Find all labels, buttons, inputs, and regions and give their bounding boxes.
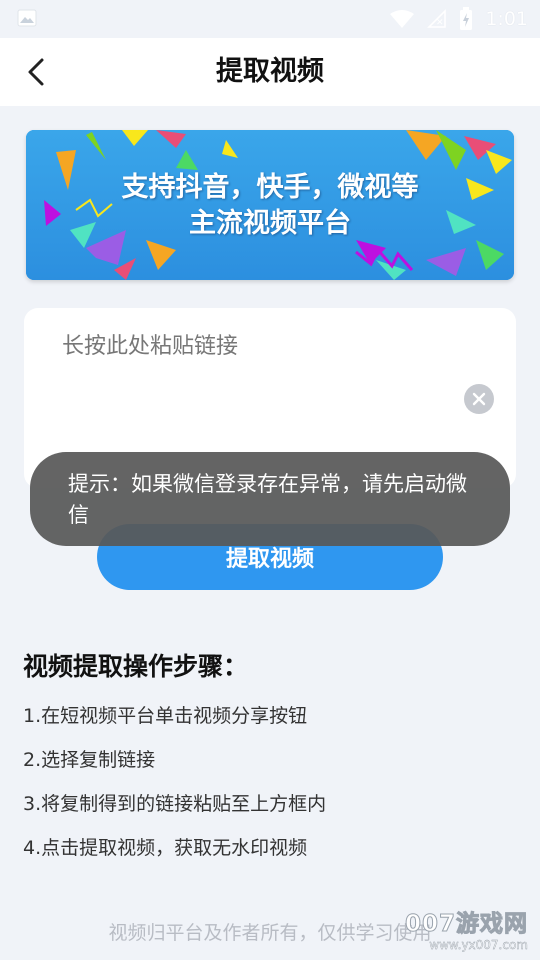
banner-line-2: 主流视频平台: [189, 208, 351, 239]
steps-title: 视频提取操作步骤：: [23, 652, 249, 681]
app-header: 提取视频: [0, 38, 540, 106]
watermark-url: www.yx007.com: [429, 938, 528, 952]
watermark-brand: 007游戏网: [404, 911, 528, 938]
status-icons: ✕ 1:01: [389, 6, 528, 32]
image-icon: [17, 9, 37, 27]
platform-banner: 支持抖音，快手，微视等 主流视频平台: [26, 130, 514, 280]
toast-message: 提示：如果微信登录存在异常，请先启动微信: [30, 452, 510, 546]
page-title: 提取视频: [216, 56, 324, 87]
step-item: 4.点击提取视频，获取无水印视频: [23, 837, 308, 859]
site-watermark: 007游戏网 www.yx007.com: [404, 904, 528, 953]
wifi-icon: [390, 10, 415, 28]
clear-circle-icon: [472, 392, 486, 406]
clear-input-button[interactable]: [464, 384, 494, 414]
svg-text:✕: ✕: [436, 18, 444, 28]
status-bar: ✕ 1:01: [0, 0, 540, 38]
battery-charging-icon: [460, 7, 473, 30]
step-item: 2.选择复制链接: [23, 749, 156, 771]
steps-list: 1.在短视频平台单击视频分享按钮 2.选择复制链接 3.将复制得到的链接粘贴至上…: [23, 703, 326, 879]
banner-line-1: 支持抖音，快手，微视等: [121, 172, 419, 203]
signal-icon: ✕: [427, 9, 447, 28]
link-input-placeholder: 长按此处粘贴链接: [62, 334, 239, 359]
banner-text: 支持抖音，快手，微视等 主流视频平台: [26, 170, 514, 242]
step-item: 1.在短视频平台单击视频分享按钮: [23, 705, 308, 727]
status-time: 1:01: [485, 8, 528, 30]
step-item: 3.将复制得到的链接粘贴至上方框内: [23, 793, 327, 815]
